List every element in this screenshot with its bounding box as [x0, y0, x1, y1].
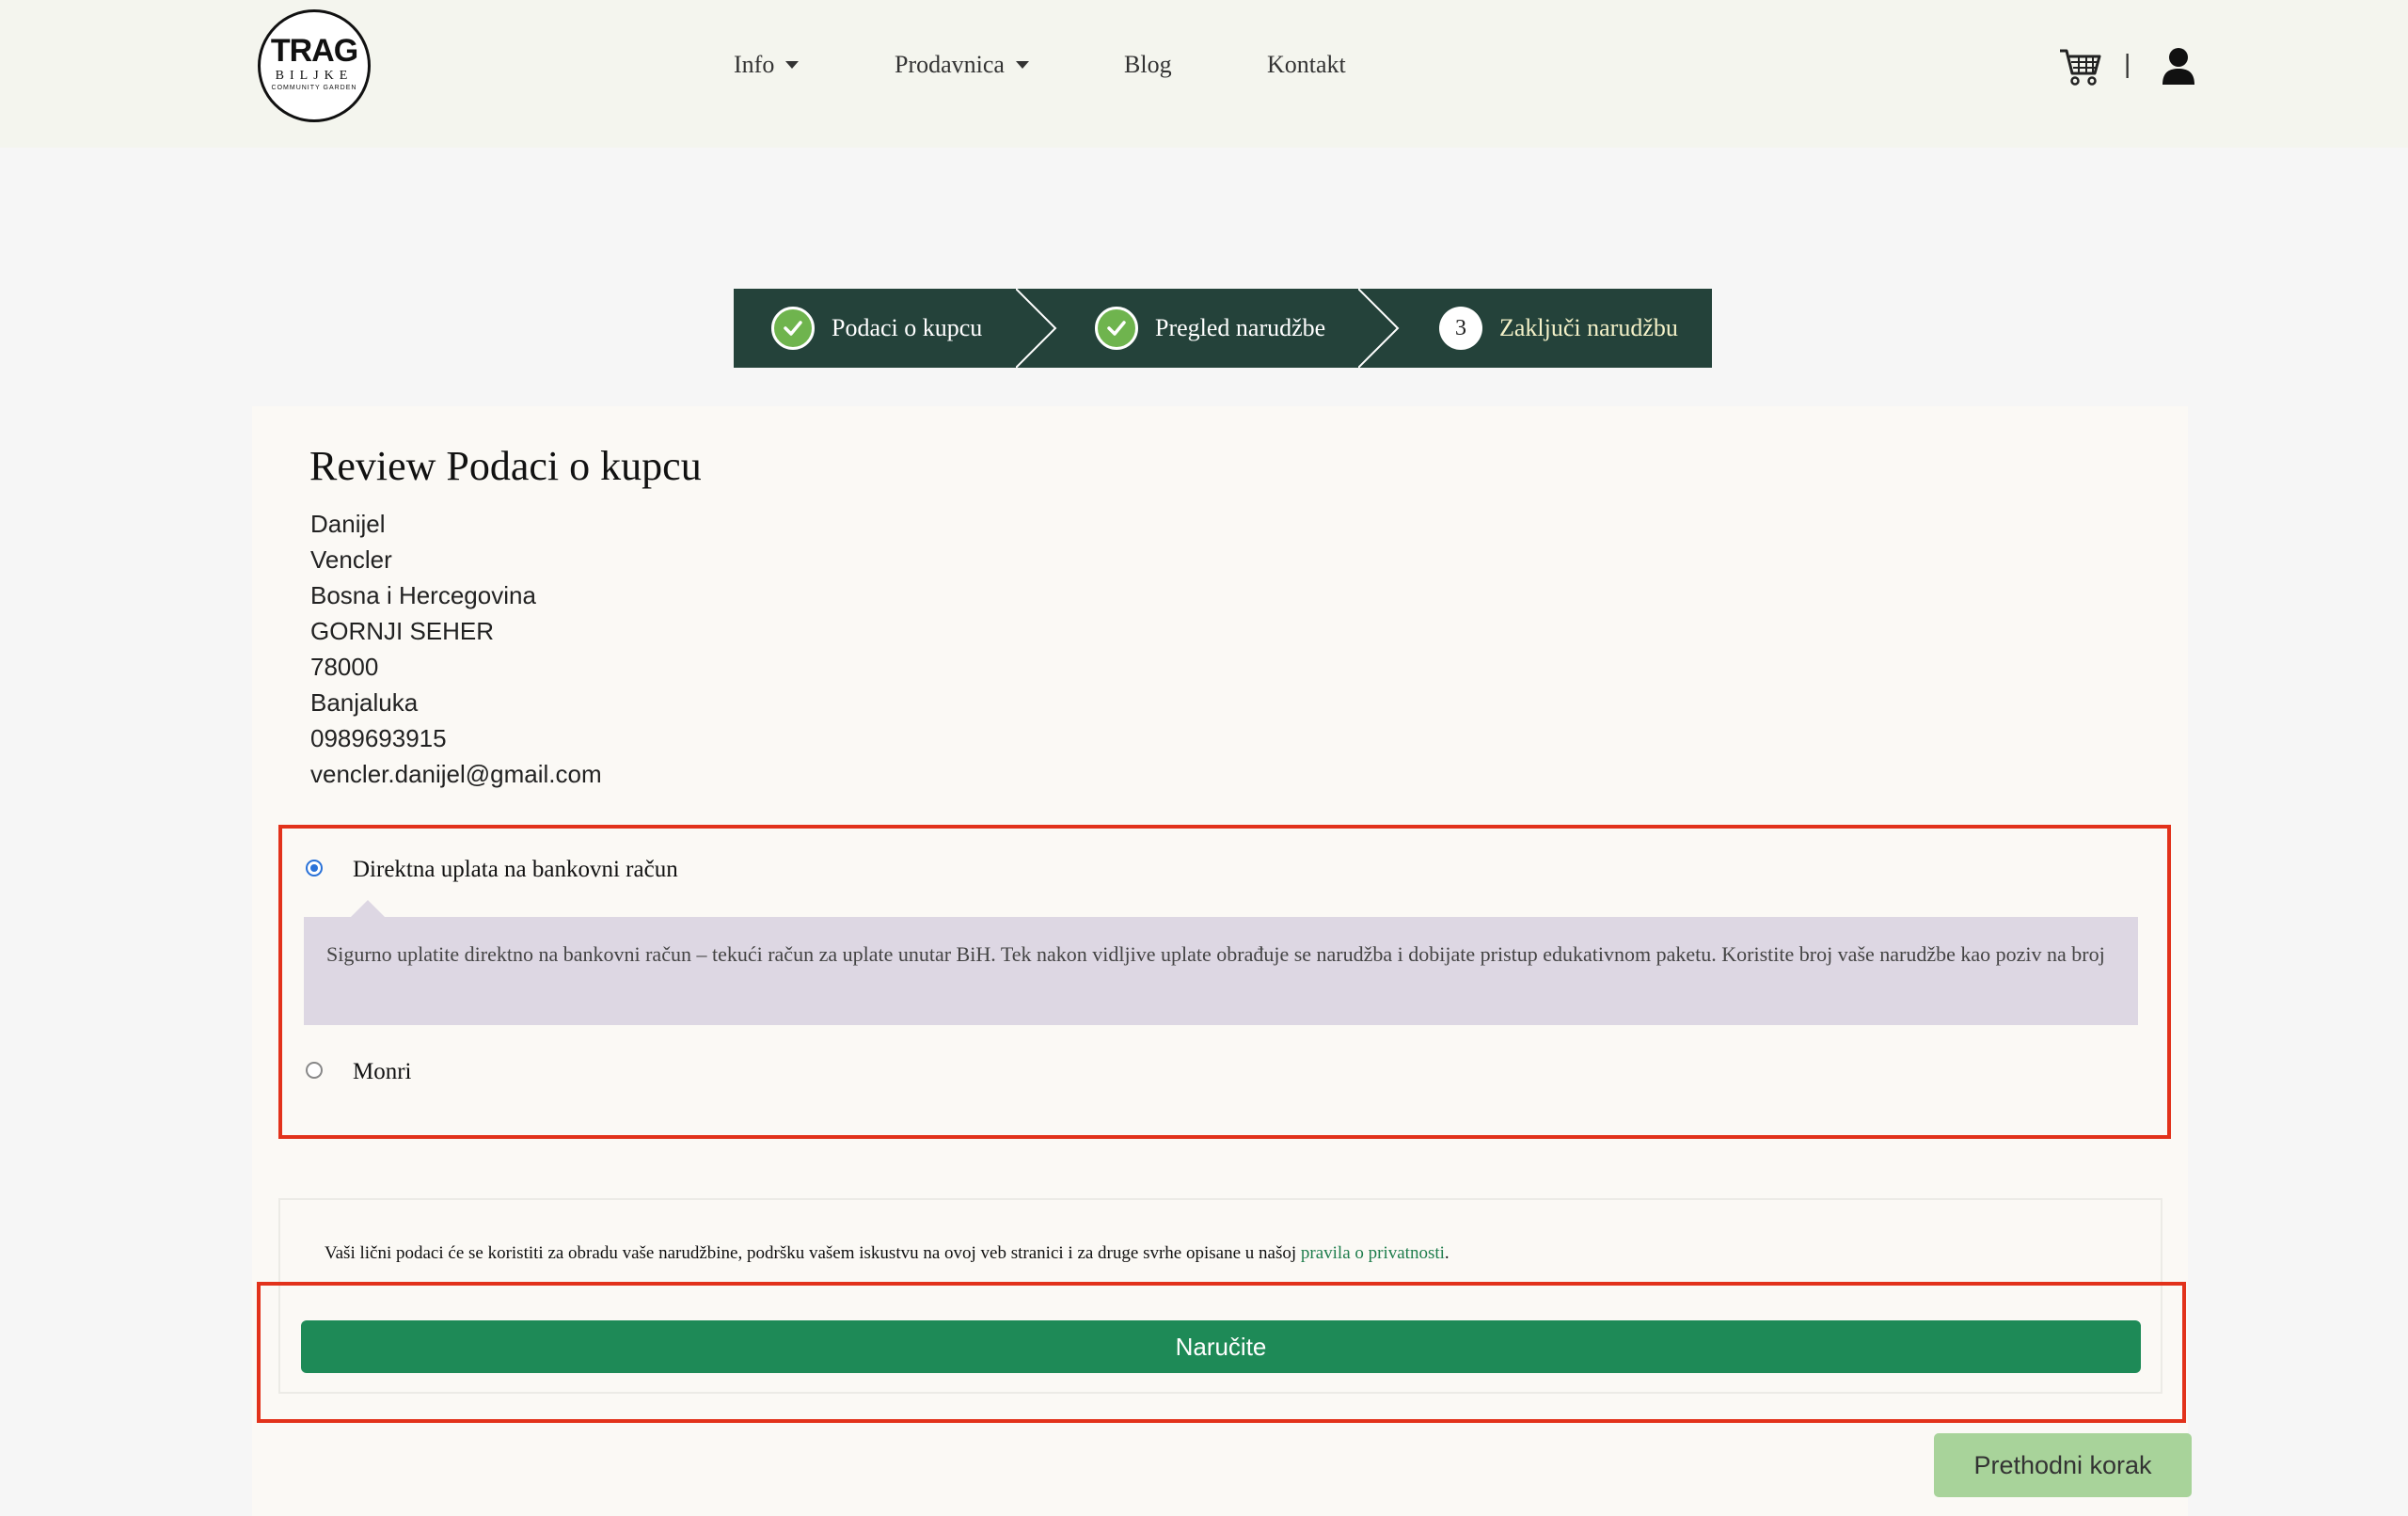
site-header: TRAG BILJKE COMMUNITY GARDEN Info Prodav…	[0, 0, 2408, 148]
logo-subtext: BILJKE	[275, 69, 354, 83]
privacy-notice: Vaši lični podaci će se koristiti za obr…	[325, 1243, 1450, 1264]
nav-label: Info	[734, 51, 775, 78]
privacy-policy-link[interactable]: pravila o privatnosti	[1301, 1243, 1445, 1263]
nav-label: Kontakt	[1267, 51, 1346, 78]
caret-down-icon	[785, 61, 800, 69]
check-icon	[771, 307, 815, 350]
customer-city: Banjaluka	[310, 688, 419, 717]
step-pregled-narudzbe[interactable]: Pregled narudžbe	[1095, 289, 1325, 368]
check-icon	[1095, 307, 1138, 350]
place-order-button[interactable]: Naručite	[301, 1320, 2141, 1373]
logo-text: TRAG	[270, 33, 358, 69]
payment-option-monri-label[interactable]: Monri	[353, 1059, 412, 1085]
step-podaci-o-kupcu[interactable]: Podaci o kupcu	[771, 289, 982, 368]
chevron-right-icon	[1358, 289, 1400, 368]
customer-first-name: Danijel	[310, 510, 386, 538]
checkout-steps: Podaci o kupcu Pregled narudžbe 3 Zaklju…	[734, 289, 1712, 368]
customer-postcode: 78000	[310, 653, 379, 681]
user-icon[interactable]	[2162, 47, 2195, 85]
nav-item-info[interactable]: Info	[734, 51, 800, 79]
customer-country: Bosna i Hercegovina	[310, 581, 536, 609]
radio-monri[interactable]	[306, 1062, 323, 1079]
step-label: Pregled narudžbe	[1155, 314, 1326, 341]
step-label: Zaključi narudžbu	[1499, 314, 1678, 341]
nav-item-kontakt[interactable]: Kontakt	[1267, 51, 1346, 79]
step-number: 3	[1439, 307, 1482, 350]
nav-item-blog[interactable]: Blog	[1124, 51, 1172, 79]
customer-details: Danijel Vencler Bosna i Hercegovina GORN…	[310, 506, 602, 792]
step-zakljuci-narudzbu[interactable]: 3 Zaključi narudžbu	[1439, 289, 1678, 368]
customer-address: GORNJI SEHER	[310, 617, 495, 645]
chevron-right-icon	[1016, 289, 1057, 368]
cart-icon[interactable]	[2058, 47, 2101, 87]
nav-item-prodavnica[interactable]: Prodavnica	[895, 51, 1029, 79]
nav-label: Blog	[1124, 51, 1172, 78]
customer-phone: 0989693915	[310, 724, 447, 752]
privacy-text: Vaši lični podaci će se koristiti za obr…	[325, 1243, 1301, 1263]
customer-last-name: Vencler	[310, 545, 392, 574]
step-label: Podaci o kupcu	[832, 314, 983, 341]
previous-step-button[interactable]: Prethodni korak	[1934, 1433, 2192, 1497]
customer-email: vencler.danijel@gmail.com	[310, 760, 602, 788]
site-logo[interactable]: TRAG BILJKE COMMUNITY GARDEN	[258, 9, 371, 122]
logo-tagline: COMMUNITY GARDEN	[271, 85, 357, 91]
nav-label: Prodavnica	[895, 51, 1005, 78]
header-separator: |	[2124, 49, 2131, 78]
privacy-end: .	[1444, 1243, 1450, 1263]
review-title: Review Podaci o kupcu	[309, 443, 702, 489]
payment-option-bank-label[interactable]: Direktna uplata na bankovni račun	[353, 857, 678, 883]
payment-description: Sigurno uplatite direktno na bankovni ra…	[304, 900, 2138, 1025]
radio-bank-transfer[interactable]	[306, 860, 323, 876]
caret-down-icon	[1015, 61, 1029, 69]
